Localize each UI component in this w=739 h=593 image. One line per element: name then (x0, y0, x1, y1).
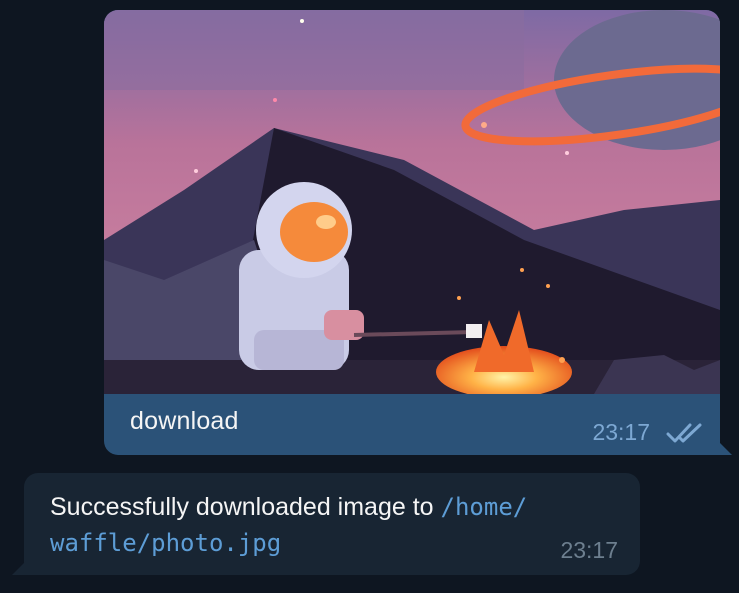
path-code-line2[interactable]: waffle/photo.jpg (50, 529, 281, 557)
photo-caption: download (130, 407, 239, 435)
message-text: Successfully downloaded image to /home/ … (50, 489, 570, 561)
path-code-line1[interactable]: /home/ (441, 493, 528, 521)
incoming-message-bubble[interactable]: Successfully downloaded image to /home/ … (24, 473, 640, 575)
double-check-icon (666, 423, 702, 443)
attached-photo[interactable] (104, 10, 720, 394)
message-prefix: Successfully downloaded image to (50, 493, 441, 521)
outgoing-message-bubble[interactable]: download 23:17 (104, 10, 720, 455)
message-time: 23:17 (560, 537, 618, 563)
chat-area: download 23:17 Successfully downloaded i… (0, 0, 739, 593)
message-time: 23:17 (592, 419, 650, 445)
